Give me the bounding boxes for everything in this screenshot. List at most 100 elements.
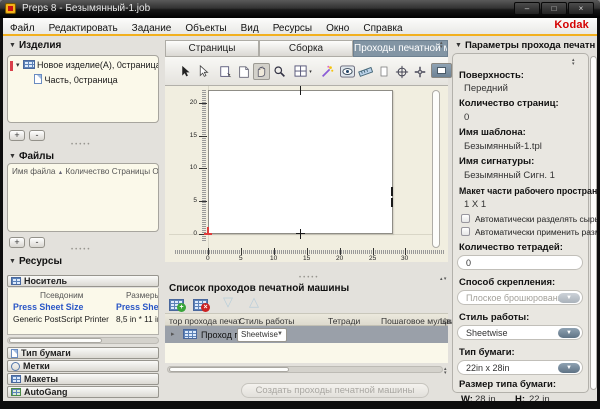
add-pressrun-button[interactable]: +: [169, 297, 189, 312]
collapse-triangle-icon: ▼: [9, 258, 16, 265]
resources-section-header[interactable]: ▼Ресурсы: [9, 256, 62, 267]
canvas-vscrollbar[interactable]: [432, 90, 440, 248]
menu-objects[interactable]: Объекты: [178, 21, 233, 34]
files-section-header[interactable]: ▼Файлы: [9, 151, 54, 162]
media-row-alias[interactable]: Press Sheet Size: [13, 302, 83, 312]
col-trim[interactable]: Обрезк: [152, 167, 158, 176]
create-pressruns-button[interactable]: Создать проходы печатной машины: [241, 383, 429, 398]
accordion-stock[interactable]: Тип бумаги: [7, 347, 159, 359]
files-header-row[interactable]: Имя файла ▲ Количество Страницы Обрезк: [12, 167, 158, 176]
signature-value: Безымянный Сигн. 1: [464, 170, 555, 181]
menu-resources[interactable]: Ресурсы: [266, 21, 319, 34]
media-col-alias[interactable]: Псевдоним: [40, 290, 83, 300]
col-pressrun-id[interactable]: тор прохода печат: [169, 316, 241, 326]
accordion-autogang[interactable]: AutoGang: [7, 386, 159, 398]
title-bar[interactable]: Preps 8 - Безымянный-1.job – □ ×: [0, 0, 600, 18]
ruler-label: 10: [185, 165, 197, 172]
ruler-label: 15: [303, 256, 310, 262]
col-count[interactable]: Количество: [65, 167, 109, 176]
panel-collapse-arrows-icon[interactable]: ▴▾: [440, 41, 443, 49]
origin-mark: [207, 227, 209, 235]
pressrun-icon: [183, 329, 197, 339]
panel-collapse-arrows-icon[interactable]: ▴ ▾: [440, 277, 446, 281]
zoom-tool[interactable]: [271, 63, 288, 80]
tree-item-product[interactable]: ▾ Новое изделие(A), 0страница: [16, 60, 158, 70]
menu-help[interactable]: Справка: [356, 21, 409, 34]
auto-size-checkbox[interactable]: [461, 227, 470, 236]
delete-pressrun-button[interactable]: ×: [193, 297, 213, 312]
scrollbar-thumb[interactable]: [169, 367, 289, 372]
tab-pages[interactable]: Страницы: [165, 40, 259, 57]
col-colors[interactable]: Цв: [440, 316, 451, 326]
pressrun-list-empty-area[interactable]: [165, 343, 448, 363]
minimize-button[interactable]: –: [514, 2, 540, 15]
pan-hand-tool[interactable]: [253, 63, 270, 80]
select-tool[interactable]: [177, 63, 194, 80]
splitter-handle[interactable]: •••••: [71, 247, 92, 253]
registration-target-tool[interactable]: [393, 63, 410, 80]
splitter-handle[interactable]: •••••: [71, 142, 92, 148]
panel-resize-arrows-icon[interactable]: ▴▾: [572, 58, 575, 66]
files-list[interactable]: Имя файла ▲ Количество Страницы Обрезк: [7, 163, 159, 232]
col-filename[interactable]: Имя файла: [12, 167, 55, 176]
accordion-marks[interactable]: Метки: [7, 360, 159, 372]
height-value: 22 in: [529, 394, 550, 401]
menu-file[interactable]: Файл: [3, 21, 42, 34]
col-workstyle[interactable]: Стиль работы: [239, 316, 294, 326]
remove-product-button[interactable]: -: [29, 130, 45, 141]
accordion-media[interactable]: Носитель: [7, 275, 159, 287]
add-file-button[interactable]: +: [9, 237, 25, 248]
preview-eye-tool[interactable]: [339, 63, 356, 80]
sections-count-input[interactable]: 0: [457, 255, 583, 270]
page-tool[interactable]: [375, 63, 392, 80]
imposition-canvas[interactable]: 20 15 10 5 0 0 5 10 15 20 25 30: [165, 86, 448, 262]
menu-window[interactable]: Окно: [319, 21, 356, 34]
single-view-button[interactable]: [431, 63, 452, 78]
press-sheet[interactable]: [208, 90, 393, 234]
menu-view[interactable]: Вид: [234, 21, 266, 34]
scrollbar-thumb[interactable]: [9, 338, 102, 343]
pressrun-hscrollbar[interactable]: [167, 366, 443, 373]
close-button[interactable]: ×: [568, 2, 594, 15]
media-row-size[interactable]: Press Sheet: [116, 302, 159, 312]
menu-edit[interactable]: Редактировать: [42, 21, 125, 34]
media-hscrollbar[interactable]: [7, 337, 159, 344]
workstyle-dropdown[interactable]: Sheetwise▼: [457, 325, 583, 340]
maximize-button[interactable]: □: [541, 2, 567, 15]
pressrun-row-selected[interactable]: ▸ Проход пе Sheetwise▼: [165, 326, 448, 343]
menu-job[interactable]: Задание: [125, 21, 179, 34]
products-tree[interactable]: ▾ Новое изделие(A), 0страница Часть, 0ст…: [7, 55, 159, 123]
create-page-tool[interactable]: [235, 63, 252, 80]
products-section-header[interactable]: ▼Изделия: [9, 40, 61, 51]
media-row-size[interactable]: 8,5 in * 11 in: [116, 314, 159, 324]
resize-arrows-icon[interactable]: ▴▾: [444, 367, 447, 375]
col-pages[interactable]: Страницы: [112, 167, 150, 176]
direct-select-tool[interactable]: [195, 63, 212, 80]
pressrun-params-header[interactable]: ▼Параметры прохода печатной маши: [455, 40, 595, 51]
signature-layout-tool[interactable]: ▾: [291, 63, 315, 80]
remove-file-button[interactable]: -: [29, 237, 45, 248]
workstyle-dropdown[interactable]: Sheetwise▼: [237, 328, 287, 342]
measure-tool[interactable]: [357, 63, 374, 80]
ruler-label: 0: [185, 231, 197, 238]
tree-item-part[interactable]: Часть, 0страница: [34, 74, 118, 85]
paper-type-dropdown[interactable]: 22in x 28in▼: [457, 360, 583, 375]
media-col-size[interactable]: Размеры: [126, 290, 159, 300]
move-up-button[interactable]: △: [249, 294, 259, 310]
col-sections[interactable]: Тетради: [328, 316, 360, 326]
media-table[interactable]: Псевдоним Размеры Press Sheet Size Press…: [7, 288, 159, 335]
center-view-tool[interactable]: [411, 63, 428, 80]
move-down-button[interactable]: ▽: [223, 294, 233, 310]
right-center-mark: [391, 187, 393, 196]
splitter-handle[interactable]: •••••: [299, 275, 320, 281]
move-page-tool[interactable]: [217, 63, 234, 80]
row-disclosure-icon[interactable]: ▸: [171, 330, 175, 338]
accordion-templates[interactable]: Макеты: [7, 373, 159, 385]
tab-assembly[interactable]: Сборка: [259, 40, 353, 57]
autogang-wand-tool[interactable]: [318, 63, 335, 80]
tab-pressruns[interactable]: Проходы печатной маши: [353, 40, 448, 57]
width-value: 28 in: [475, 394, 496, 401]
media-row-alias[interactable]: Generic PostScript Printer: [13, 314, 109, 324]
auto-split-checkbox[interactable]: [461, 214, 470, 223]
add-product-button[interactable]: +: [9, 130, 25, 141]
